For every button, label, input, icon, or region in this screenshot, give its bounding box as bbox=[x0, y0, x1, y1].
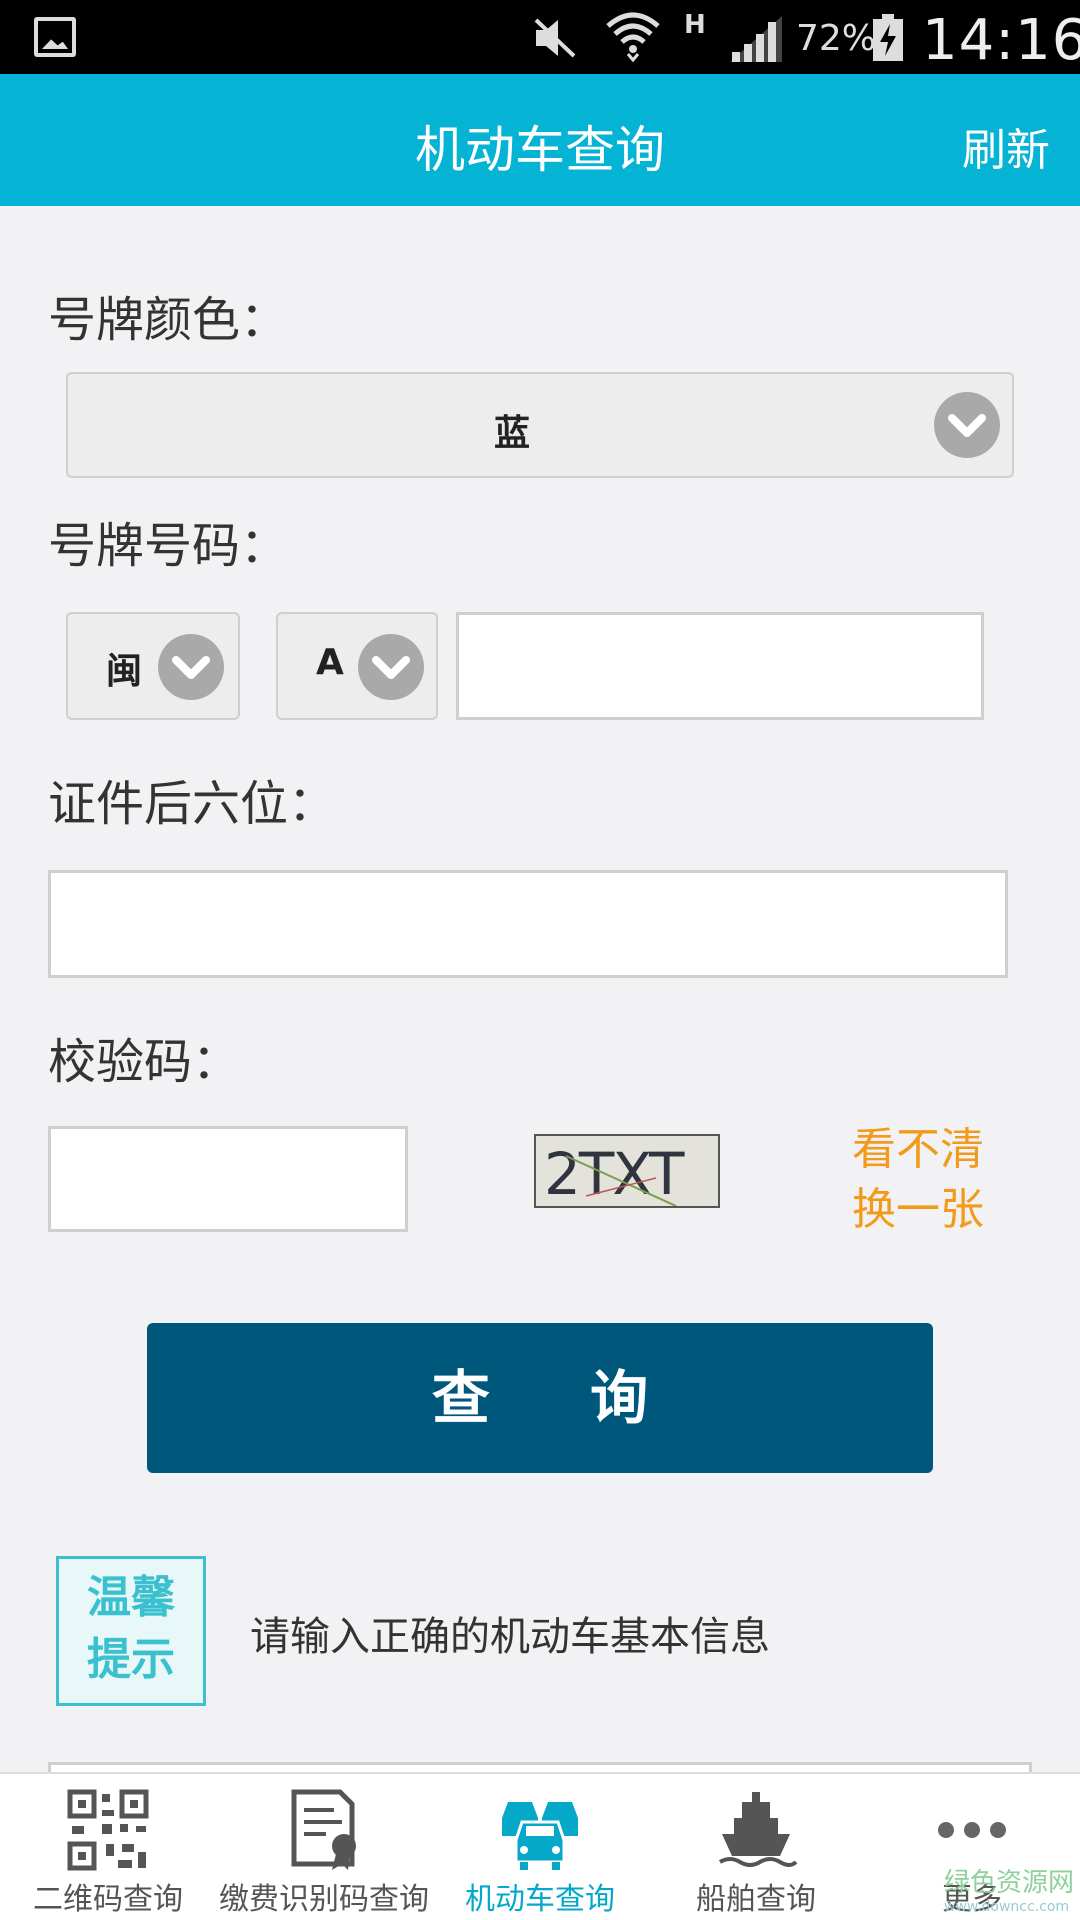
captcha-refresh-line1: 看不清 bbox=[852, 1124, 984, 1175]
title-bar: 机动车查询 刷新 bbox=[0, 74, 1080, 206]
province-value: 闽 bbox=[106, 651, 143, 692]
plate-number-input[interactable] bbox=[456, 612, 984, 720]
tip-badge-line1: 温馨 bbox=[87, 1572, 175, 1623]
cars-icon bbox=[502, 1802, 578, 1870]
id-last6-input[interactable] bbox=[48, 870, 1008, 978]
watermark-line1: 绿色资源网 bbox=[944, 1868, 1075, 1898]
province-select[interactable]: 闽 bbox=[66, 612, 240, 720]
mute-icon bbox=[534, 18, 576, 58]
battery-charging-icon bbox=[873, 14, 903, 61]
chevron-down-icon bbox=[358, 634, 424, 700]
id-last6-label: 证件后六位： bbox=[48, 776, 337, 832]
wifi-icon bbox=[606, 12, 660, 62]
plate-color-label: 号牌颜色： bbox=[48, 292, 289, 348]
captcha-refresh-link[interactable]: 看不清 换一张 bbox=[852, 1120, 984, 1240]
watermark: 绿色资源网 www.downcc.com bbox=[944, 1862, 1074, 1915]
signal-icon bbox=[730, 16, 782, 62]
nav-item-payment-code[interactable]: 缴费识别码查询 bbox=[216, 1774, 432, 1920]
tip-text: 请输入正确的机动车基本信息 bbox=[250, 1614, 770, 1660]
battery-percent: 72% bbox=[796, 18, 877, 59]
ship-icon bbox=[718, 1792, 798, 1867]
clock: 14:16 bbox=[922, 8, 1080, 73]
gallery-notification-icon bbox=[34, 17, 76, 57]
nav-label: 二维码查询 bbox=[33, 1882, 183, 1917]
nav-label: 机动车查询 bbox=[465, 1882, 615, 1917]
network-type: H bbox=[684, 10, 706, 40]
captcha-label: 校验码： bbox=[48, 1034, 241, 1090]
nav-item-qrcode[interactable]: 二维码查询 bbox=[0, 1774, 216, 1920]
plate-color-value: 蓝 bbox=[493, 413, 530, 454]
nav-label: 缴费识别码查询 bbox=[219, 1882, 429, 1917]
chevron-down-icon bbox=[158, 634, 224, 700]
captcha-image[interactable]: 2TXT bbox=[534, 1134, 720, 1208]
more-icon bbox=[938, 1822, 1006, 1838]
tip-badge: 温馨 提示 bbox=[56, 1556, 206, 1706]
status-bar: H 72% 14:16 bbox=[0, 0, 1080, 74]
bottom-nav: 二维码查询 缴费识别码查询 机动车查询 船舶查询 更多 bbox=[0, 1772, 1080, 1920]
tip-badge-line2: 提示 bbox=[87, 1634, 175, 1685]
nav-label: 船舶查询 bbox=[696, 1882, 816, 1917]
document-icon bbox=[291, 1789, 356, 1870]
plate-number-label: 号牌号码： bbox=[48, 518, 289, 574]
watermark-line2: www.downcc.com bbox=[944, 1899, 1070, 1915]
nav-item-vehicle[interactable]: 机动车查询 bbox=[432, 1774, 648, 1920]
captcha-refresh-line2: 换一张 bbox=[852, 1184, 984, 1235]
query-button[interactable]: 查 询 bbox=[147, 1323, 933, 1473]
nav-item-ship[interactable]: 船舶查询 bbox=[648, 1774, 864, 1920]
letter-select[interactable]: A bbox=[276, 612, 438, 720]
page-title: 机动车查询 bbox=[415, 121, 665, 179]
plate-color-select[interactable]: 蓝 bbox=[66, 372, 1014, 478]
captcha-noise bbox=[565, 1155, 677, 1206]
qrcode-icon bbox=[67, 1789, 149, 1871]
letter-value: A bbox=[316, 642, 344, 683]
refresh-button[interactable]: 刷新 bbox=[962, 114, 1050, 178]
chevron-down-icon bbox=[934, 392, 1000, 458]
captcha-input[interactable] bbox=[48, 1126, 408, 1232]
